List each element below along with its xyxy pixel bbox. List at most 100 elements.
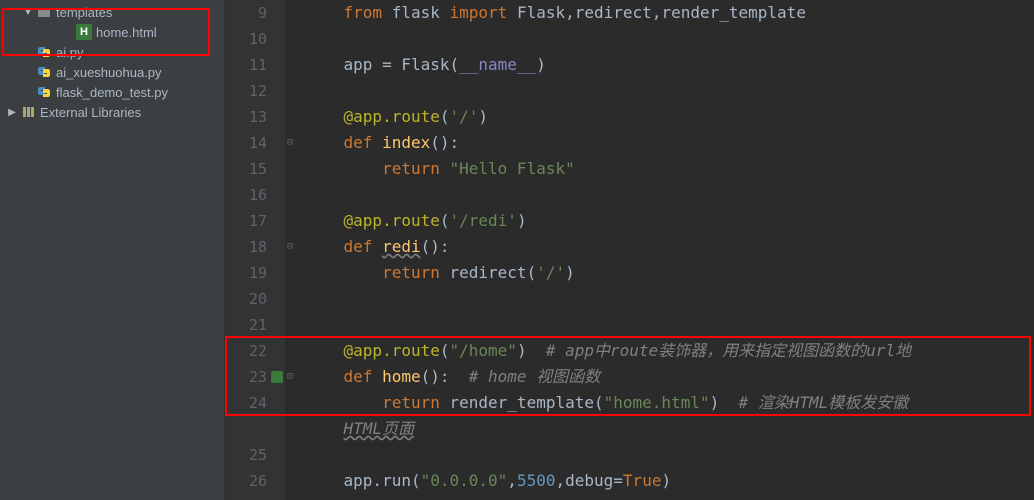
- code-line[interactable]: app = Flask(__name__): [285, 52, 1034, 78]
- code-token: [305, 341, 344, 360]
- code-token: ,: [507, 471, 517, 490]
- code-line[interactable]: [285, 26, 1034, 52]
- fold-icon[interactable]: ⊟: [287, 130, 293, 156]
- fold-icon[interactable]: ⊟: [287, 234, 293, 260]
- code-token: ): [661, 471, 671, 490]
- code-token: ): [478, 107, 488, 126]
- code-token: "/home": [450, 341, 517, 360]
- code-token: flask: [392, 3, 450, 22]
- line-number: 14: [225, 130, 267, 156]
- line-number: 11: [225, 52, 267, 78]
- code-line[interactable]: def redi():⊟: [285, 234, 1034, 260]
- code-line[interactable]: @app.route("/home") # app中route装饰器，用来指定视…: [285, 338, 1034, 364]
- code-line[interactable]: def home(): # home 视图函数⊟: [285, 364, 1034, 390]
- code-line[interactable]: from flask import Flask,redirect,render_…: [285, 0, 1034, 26]
- code-token: (: [440, 341, 450, 360]
- code-token: '/': [450, 107, 479, 126]
- line-number: 22: [225, 338, 267, 364]
- line-number: 10: [225, 26, 267, 52]
- code-token: [305, 471, 344, 490]
- line-number: 26: [225, 468, 267, 494]
- code-token: return: [382, 393, 449, 412]
- html-gutter-icon: [271, 371, 283, 383]
- line-number: 12: [225, 78, 267, 104]
- code-token: @app.route: [344, 211, 440, 230]
- code-token: def: [344, 133, 383, 152]
- code-token: ): [517, 341, 546, 360]
- code-token: [305, 263, 382, 282]
- code-line[interactable]: [285, 286, 1034, 312]
- code-line[interactable]: return redirect('/'): [285, 260, 1034, 286]
- tree-item-templates[interactable]: ▼ templates: [0, 2, 224, 22]
- code-token: ): [536, 55, 546, 74]
- code-token: [305, 237, 344, 256]
- code-line[interactable]: HTML页面: [285, 416, 1034, 442]
- code-editor[interactable]: 91011121314151617181920212223242526 from…: [225, 0, 1034, 500]
- folder-icon: [36, 4, 52, 20]
- library-icon: [20, 104, 36, 120]
- tree-item-label: ai_xueshuohua.py: [56, 65, 162, 80]
- line-number: 21: [225, 312, 267, 338]
- line-number: 16: [225, 182, 267, 208]
- tree-item-label: flask_demo_test.py: [56, 85, 168, 100]
- code-token: [305, 367, 344, 386]
- tree-item-flask-demo-test-py[interactable]: flask_demo_test.py: [0, 82, 224, 102]
- code-line[interactable]: def index():⊟: [285, 130, 1034, 156]
- code-token: [305, 55, 344, 74]
- code-token: # 渲染HTML模板发安徽: [739, 393, 909, 412]
- line-number: 13: [225, 104, 267, 130]
- code-token: '/': [536, 263, 565, 282]
- fold-icon[interactable]: ⊟: [287, 364, 293, 390]
- tree-item-label: External Libraries: [40, 105, 141, 120]
- code-token: "Hello Flask": [450, 159, 575, 178]
- line-number: 19: [225, 260, 267, 286]
- code-token: ():: [430, 133, 459, 152]
- tree-item-home-html[interactable]: Hhome.html: [0, 22, 224, 42]
- code-token: [305, 107, 344, 126]
- code-token: __name__: [459, 55, 536, 74]
- code-token: app = Flask(: [344, 55, 460, 74]
- line-number: 24: [225, 390, 267, 416]
- code-token: return: [382, 159, 449, 178]
- code-token: ): [565, 263, 575, 282]
- code-token: (: [440, 211, 450, 230]
- code-line[interactable]: @app.route('/redi'): [285, 208, 1034, 234]
- code-token: from: [344, 3, 392, 22]
- code-token: return: [382, 263, 449, 282]
- code-token: debug: [565, 471, 613, 490]
- code-line[interactable]: [285, 182, 1034, 208]
- expander-icon[interactable]: ▶: [4, 107, 20, 118]
- tree-item-label: home.html: [96, 25, 157, 40]
- code-line[interactable]: [285, 78, 1034, 104]
- code-token: HTML页面: [344, 419, 415, 438]
- code-token: ): [517, 211, 527, 230]
- code-token: ,: [565, 3, 575, 22]
- expander-icon[interactable]: ▼: [20, 7, 36, 18]
- tree-item-ai-py[interactable]: ai.py: [0, 42, 224, 62]
- code-token: render_template(: [450, 393, 604, 412]
- code-line[interactable]: app.run("0.0.0.0",5500,debug=True): [285, 468, 1034, 494]
- code-line[interactable]: return "Hello Flask": [285, 156, 1034, 182]
- code-line[interactable]: @app.route('/'): [285, 104, 1034, 130]
- code-token: ():: [421, 367, 469, 386]
- line-number: 25: [225, 442, 267, 468]
- code-area[interactable]: from flask import Flask,redirect,render_…: [285, 0, 1034, 500]
- code-token: @app.route: [344, 107, 440, 126]
- code-line[interactable]: [285, 312, 1034, 338]
- tree-item-external-libraries[interactable]: ▶ External Libraries: [0, 102, 224, 122]
- line-number: 20: [225, 286, 267, 312]
- code-line[interactable]: [285, 442, 1034, 468]
- code-token: redirect(: [450, 263, 537, 282]
- code-token: app.run(: [344, 471, 421, 490]
- tree-item-ai-xueshuohua-py[interactable]: ai_xueshuohua.py: [0, 62, 224, 82]
- python-file-icon: [36, 44, 52, 60]
- code-token: def: [344, 237, 383, 256]
- code-token: True: [623, 471, 662, 490]
- code-token: ():: [421, 237, 450, 256]
- line-number: [225, 416, 267, 442]
- code-token: '/redi': [450, 211, 517, 230]
- code-token: # app中route装饰器，用来指定视图函数的url地: [546, 341, 911, 360]
- code-token: "0.0.0.0": [421, 471, 508, 490]
- tree-item-label: templates: [56, 5, 112, 20]
- code-line[interactable]: return render_template("home.html") # 渲染…: [285, 390, 1034, 416]
